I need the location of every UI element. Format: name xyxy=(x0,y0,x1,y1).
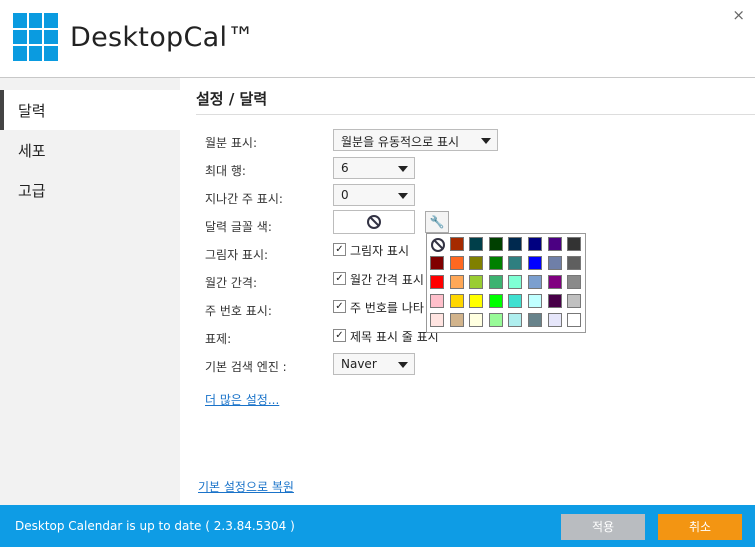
color-swatch[interactable] xyxy=(469,313,484,327)
color-swatch[interactable] xyxy=(547,313,562,327)
search-engine-label: 기본 검색 엔진 : xyxy=(205,360,287,374)
color-swatch[interactable] xyxy=(430,294,444,308)
month-gap-checkbox-label: 월간 간격 표시 xyxy=(350,273,424,287)
week-number-label: 주 번호 표시: xyxy=(205,304,272,318)
color-swatch[interactable] xyxy=(547,237,562,251)
color-swatch[interactable] xyxy=(547,294,562,308)
color-swatch[interactable] xyxy=(469,256,484,270)
past-weeks-select[interactable]: 0 xyxy=(333,184,415,206)
app-title: DesktopCal™ xyxy=(70,22,255,53)
color-swatch[interactable] xyxy=(567,256,582,270)
color-swatch[interactable] xyxy=(567,294,582,308)
color-swatch[interactable] xyxy=(449,294,464,308)
color-swatch[interactable] xyxy=(469,275,484,289)
sidebar-item-advanced[interactable]: 고급 xyxy=(0,170,180,210)
shadow-label: 그림자 표시: xyxy=(205,248,269,262)
max-rows-value: 6 xyxy=(341,161,349,175)
color-swatch[interactable] xyxy=(508,294,523,308)
sidebar-item-cell[interactable]: 세포 xyxy=(0,130,180,170)
title-divider xyxy=(196,114,755,115)
color-swatch[interactable] xyxy=(528,275,542,289)
color-swatch[interactable] xyxy=(488,275,503,289)
color-swatch[interactable] xyxy=(508,237,523,251)
month-display-select[interactable]: 월분을 유동적으로 표시 xyxy=(333,129,498,151)
shadow-checkbox[interactable]: ✓ xyxy=(333,243,346,256)
sidebar-item-label: 고급 xyxy=(18,182,46,200)
max-rows-label: 최대 행: xyxy=(205,164,246,178)
page-title: 설정 / 달력 xyxy=(196,90,268,108)
update-status: Desktop Calendar is up to date ( 2.3.84.… xyxy=(15,519,295,533)
month-gap-checkbox[interactable]: ✓ xyxy=(333,272,346,285)
shadow-checkbox-label: 그림자 표시 xyxy=(350,244,410,258)
week-number-checkbox[interactable]: ✓ xyxy=(333,300,346,313)
chevron-down-icon xyxy=(398,193,408,199)
chevron-down-icon xyxy=(398,166,408,172)
app-header: DesktopCal™ × xyxy=(0,0,755,78)
past-weeks-value: 0 xyxy=(341,188,349,202)
sidebar-item-label: 달력 xyxy=(18,102,46,120)
color-swatch[interactable] xyxy=(508,313,523,327)
color-swatch[interactable] xyxy=(449,275,464,289)
past-weeks-label: 지나간 주 표시: xyxy=(205,192,283,206)
color-swatch[interactable] xyxy=(508,256,523,270)
font-color-picker[interactable] xyxy=(333,210,415,234)
sidebar-item-label: 세포 xyxy=(18,142,46,160)
color-swatch[interactable] xyxy=(528,294,542,308)
color-swatch[interactable] xyxy=(430,313,444,327)
color-swatch[interactable] xyxy=(528,256,542,270)
color-swatch[interactable] xyxy=(567,313,582,327)
color-swatch[interactable] xyxy=(449,313,464,327)
color-swatch[interactable] xyxy=(567,237,582,251)
font-color-label: 달력 글꼴 색: xyxy=(205,220,272,234)
apply-button[interactable]: 적용 xyxy=(561,514,645,540)
search-engine-select[interactable]: Naver xyxy=(333,353,415,375)
color-swatch[interactable] xyxy=(488,237,503,251)
footer-bar: Desktop Calendar is up to date ( 2.3.84.… xyxy=(0,505,755,547)
chevron-down-icon xyxy=(481,138,491,144)
close-icon[interactable]: × xyxy=(732,6,745,24)
no-color-icon xyxy=(367,215,381,229)
color-palette-popup xyxy=(426,233,586,333)
color-swatch[interactable] xyxy=(488,313,503,327)
color-swatch[interactable] xyxy=(567,275,582,289)
color-swatch[interactable] xyxy=(449,237,464,251)
no-color-icon[interactable] xyxy=(431,238,445,252)
cancel-button[interactable]: 취소 xyxy=(658,514,742,540)
color-swatch[interactable] xyxy=(430,256,444,270)
color-swatch[interactable] xyxy=(469,294,484,308)
month-display-value: 월분을 유동적으로 표시 xyxy=(341,135,460,149)
sidebar: 달력 세포 고급 xyxy=(0,78,180,505)
settings-panel: 설정 / 달력 월분 표시: 월분을 유동적으로 표시 최대 행: 6 지나간 … xyxy=(180,78,755,505)
more-settings-link[interactable]: 더 많은 설정... xyxy=(205,391,279,408)
sidebar-item-calendar[interactable]: 달력 xyxy=(0,90,180,130)
month-display-label: 월분 표시: xyxy=(205,136,258,150)
color-swatch[interactable] xyxy=(488,256,503,270)
color-swatch[interactable] xyxy=(547,275,562,289)
color-swatch[interactable] xyxy=(449,256,464,270)
search-engine-value: Naver xyxy=(341,357,377,371)
wrench-icon[interactable]: 🔧 xyxy=(425,211,449,233)
color-swatch[interactable] xyxy=(488,294,503,308)
title-label: 표제: xyxy=(205,332,232,346)
month-gap-label: 월간 간격: xyxy=(205,276,258,290)
title-checkbox[interactable]: ✓ xyxy=(333,329,346,342)
color-swatch[interactable] xyxy=(430,275,444,289)
color-swatch[interactable] xyxy=(547,256,562,270)
chevron-down-icon xyxy=(398,362,408,368)
color-swatch[interactable] xyxy=(528,237,542,251)
max-rows-select[interactable]: 6 xyxy=(333,157,415,179)
week-number-checkbox-label: 주 번호를 나타 xyxy=(350,301,424,315)
color-swatch[interactable] xyxy=(508,275,523,289)
color-swatch[interactable] xyxy=(528,313,542,327)
restore-default-link[interactable]: 기본 설정으로 복원 xyxy=(198,478,294,495)
color-swatch[interactable] xyxy=(469,237,484,251)
app-logo-icon xyxy=(13,13,58,61)
